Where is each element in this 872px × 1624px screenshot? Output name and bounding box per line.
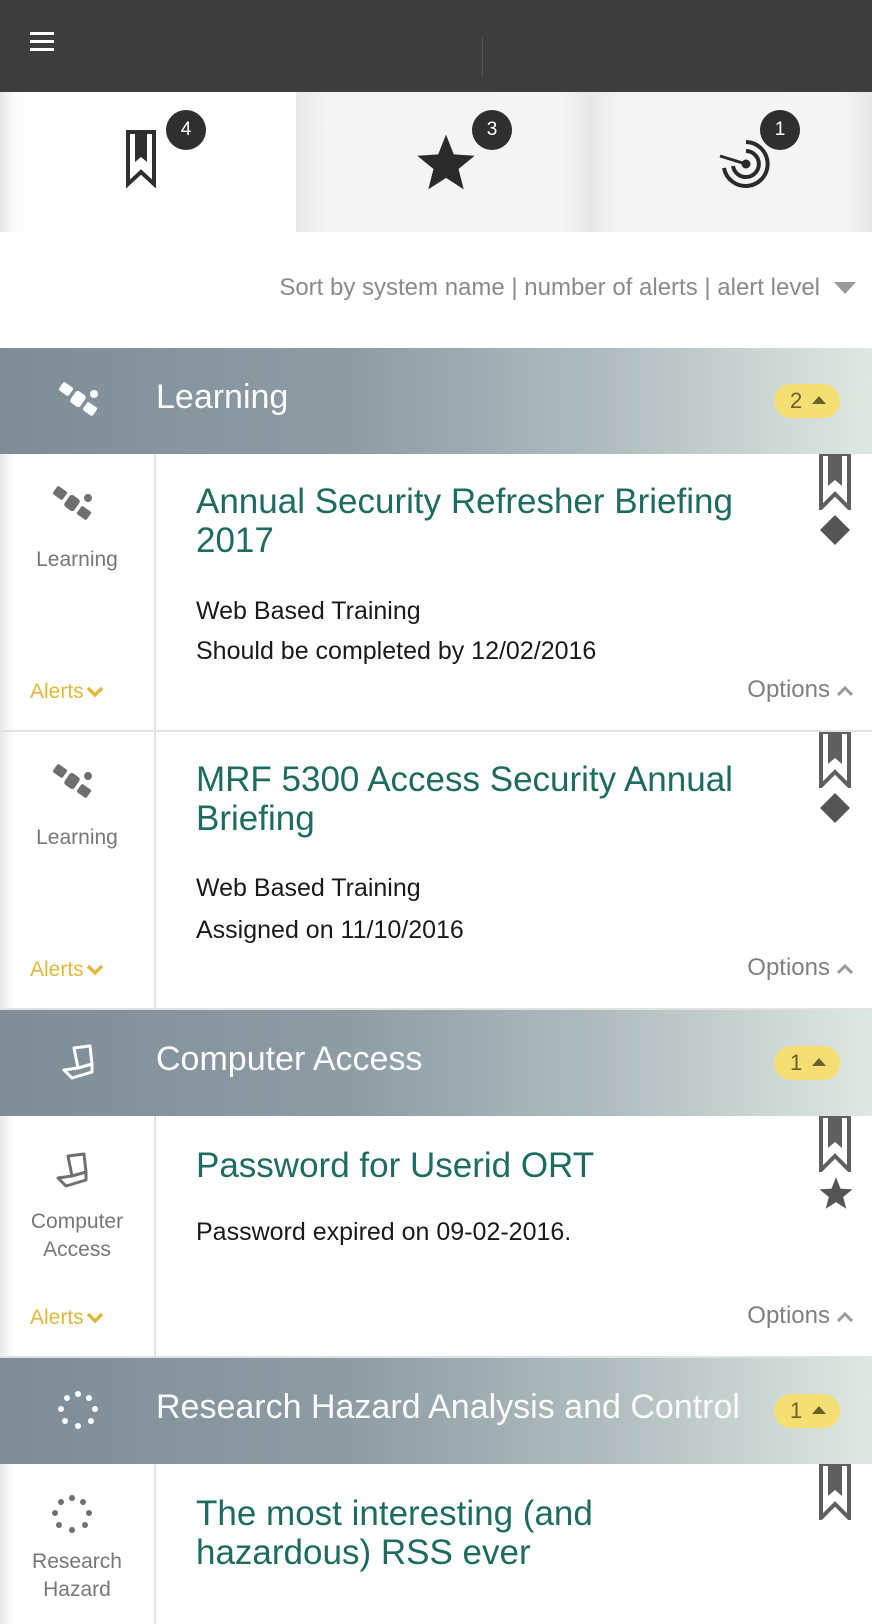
diamond-icon[interactable] bbox=[818, 791, 852, 825]
star-icon bbox=[417, 134, 475, 190]
card-flags bbox=[818, 1462, 858, 1525]
card-detail-type: Web Based Training bbox=[196, 597, 421, 625]
chevron-down-icon bbox=[86, 687, 103, 698]
chevron-down-icon bbox=[86, 1313, 103, 1324]
section-count-badge[interactable]: 1 bbox=[774, 1394, 840, 1428]
card-flags bbox=[818, 1114, 858, 1211]
bookmark-icon[interactable] bbox=[818, 1462, 852, 1523]
sort-options[interactable]: Sort by system name | number of alerts |… bbox=[279, 274, 820, 302]
satellite-icon bbox=[59, 382, 98, 416]
alert-card[interactable]: Learning Alerts MRF 5300 Access Security… bbox=[0, 730, 872, 1010]
card-system-label-line2: Hazard bbox=[43, 1578, 111, 1601]
tab-radar-count: 1 bbox=[760, 110, 800, 150]
section-count-badge[interactable]: 1 bbox=[774, 1046, 840, 1080]
card-system: Computer Access Alerts bbox=[0, 1116, 156, 1356]
chevron-up-icon bbox=[836, 1311, 854, 1322]
section-header-learning[interactable]: Learning 2 bbox=[0, 348, 872, 454]
card-flags bbox=[818, 452, 858, 547]
section-header-research-hazard[interactable]: Research Hazard Analysis and Control 1 bbox=[0, 1358, 872, 1464]
card-detail-status: Should be completed by 12/02/2016 bbox=[196, 637, 597, 665]
alerts-toggle[interactable]: Alerts bbox=[30, 958, 104, 982]
top-bar bbox=[0, 0, 872, 92]
card-system-label-line1: Computer bbox=[30, 1210, 124, 1233]
sort-dropdown-caret-icon[interactable] bbox=[834, 282, 856, 294]
topbar-divider bbox=[482, 38, 483, 76]
card-system: Learning Alerts bbox=[0, 732, 156, 1008]
options-toggle[interactable]: Options bbox=[747, 954, 854, 982]
section-count-badge[interactable]: 2 bbox=[774, 384, 840, 418]
section-count: 2 bbox=[790, 388, 803, 413]
section-count: 1 bbox=[790, 1050, 803, 1075]
bookmark-icon bbox=[126, 130, 156, 188]
options-label: Options bbox=[747, 954, 830, 981]
options-toggle[interactable]: Options bbox=[747, 676, 854, 704]
section-title: Learning bbox=[156, 378, 289, 416]
card-system-label: Learning bbox=[36, 548, 118, 571]
filter-tabs: 4 3 1 bbox=[0, 92, 872, 232]
alert-card[interactable]: Research Hazard The most interesting (an… bbox=[0, 1462, 872, 1624]
card-system-label-line2: Access bbox=[43, 1238, 111, 1261]
card-title[interactable]: Annual Security Refresher Briefing 2017 bbox=[196, 482, 776, 560]
card-title[interactable]: Password for Userid ORT bbox=[196, 1146, 776, 1185]
satellite-icon bbox=[53, 764, 92, 798]
section-count: 1 bbox=[790, 1398, 803, 1423]
bookmark-icon[interactable] bbox=[818, 730, 852, 791]
dots-ring-icon bbox=[52, 1495, 92, 1533]
card-detail-type: Web Based Training bbox=[196, 874, 421, 902]
tab-bookmarks-count: 4 bbox=[166, 110, 206, 150]
star-icon[interactable] bbox=[818, 1175, 854, 1211]
sort-row: Sort by system name | number of alerts |… bbox=[0, 232, 872, 348]
card-system-label: Learning bbox=[36, 826, 118, 849]
card-flags bbox=[818, 730, 858, 825]
alerts-label: Alerts bbox=[30, 1306, 84, 1329]
alerts-toggle[interactable]: Alerts bbox=[30, 680, 104, 704]
collapse-caret-icon bbox=[812, 1406, 826, 1414]
chevron-down-icon bbox=[86, 965, 103, 976]
satellite-icon bbox=[53, 486, 92, 520]
laptop-icon bbox=[56, 1152, 88, 1188]
tab-starred[interactable]: 3 bbox=[296, 92, 592, 232]
alerts-label: Alerts bbox=[30, 680, 84, 703]
card-system: Research Hazard bbox=[0, 1464, 156, 1624]
section-title: Computer Access bbox=[156, 1040, 423, 1078]
bookmark-icon[interactable] bbox=[818, 452, 852, 513]
tab-starred-count: 3 bbox=[472, 110, 512, 150]
collapse-caret-icon bbox=[812, 396, 826, 404]
section-title: Research Hazard Analysis and Control bbox=[156, 1388, 740, 1426]
alerts-label: Alerts bbox=[30, 958, 84, 981]
hamburger-menu-icon[interactable] bbox=[30, 32, 54, 52]
alert-card[interactable]: Learning Alerts Annual Security Refreshe… bbox=[0, 452, 872, 732]
options-label: Options bbox=[747, 1302, 830, 1329]
card-title[interactable]: MRF 5300 Access Security Annual Briefing bbox=[196, 760, 776, 838]
options-label: Options bbox=[747, 676, 830, 703]
tab-bookmarks[interactable]: 4 bbox=[0, 92, 296, 232]
alert-card[interactable]: Computer Access Alerts Password for User… bbox=[0, 1114, 872, 1358]
chevron-up-icon bbox=[836, 963, 854, 974]
tab-radar[interactable]: 1 bbox=[592, 92, 872, 232]
card-detail-status: Password expired on 09-02-2016. bbox=[196, 1218, 572, 1246]
chevron-up-icon bbox=[836, 685, 854, 696]
card-system: Learning Alerts bbox=[0, 454, 156, 730]
card-system-label-line1: Research bbox=[32, 1550, 122, 1573]
alerts-toggle[interactable]: Alerts bbox=[30, 1306, 104, 1330]
options-toggle[interactable]: Options bbox=[747, 1302, 854, 1330]
section-header-computer-access[interactable]: Computer Access 1 bbox=[0, 1010, 872, 1116]
bookmark-icon[interactable] bbox=[818, 1114, 852, 1175]
laptop-icon bbox=[62, 1044, 94, 1080]
dots-ring-icon bbox=[58, 1391, 98, 1429]
card-detail-status: Assigned on 11/10/2016 bbox=[196, 916, 464, 944]
card-title[interactable]: The most interesting (and hazardous) RSS… bbox=[196, 1494, 776, 1572]
diamond-icon[interactable] bbox=[818, 513, 852, 547]
collapse-caret-icon bbox=[812, 1058, 826, 1066]
